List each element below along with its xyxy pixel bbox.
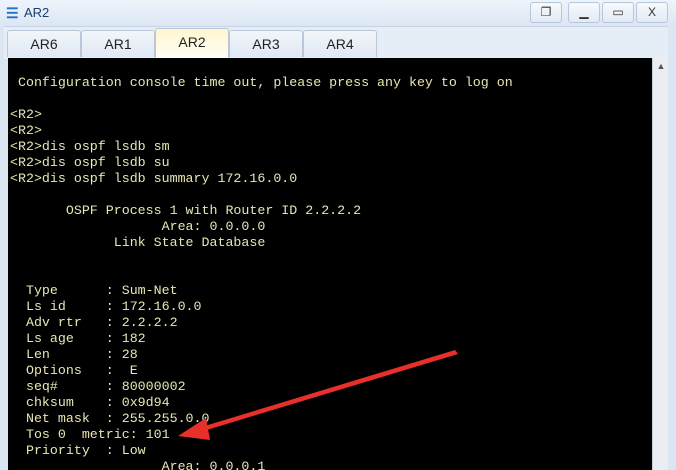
arrow-head bbox=[178, 418, 210, 440]
annotation-arrow bbox=[178, 350, 458, 440]
arrow-shaft bbox=[198, 350, 458, 432]
